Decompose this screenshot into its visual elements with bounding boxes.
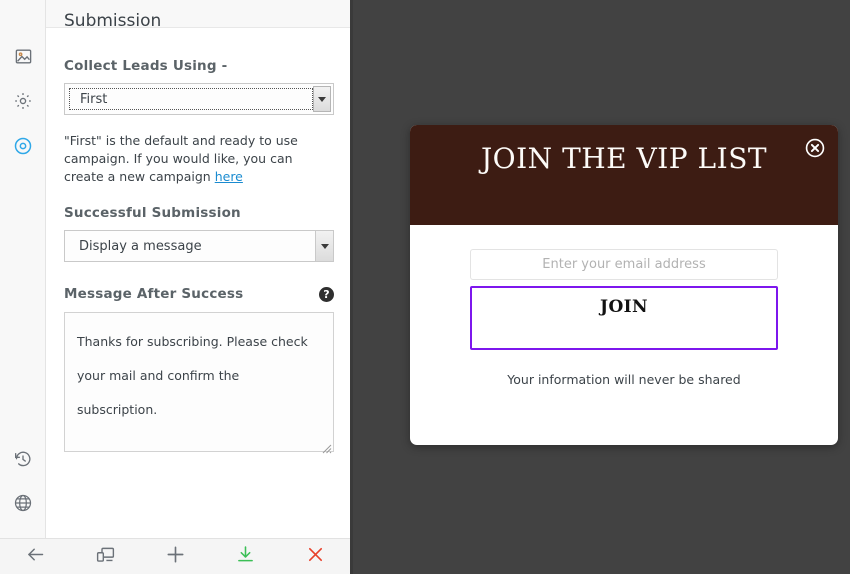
collect-leads-select[interactable]: First <box>64 83 334 115</box>
add-button[interactable] <box>140 539 210 574</box>
modal-body: JOIN Your information will never be shar… <box>410 225 838 387</box>
campaign-note: "First" is the default and ready to use … <box>64 132 336 186</box>
close-circle-icon <box>804 138 826 163</box>
submission-panel: Submission Collect Leads Using - First "… <box>46 0 350 538</box>
help-icon[interactable]: ? <box>319 286 334 302</box>
sidebar-item-image[interactable] <box>0 38 46 74</box>
editor-shell: Submission Collect Leads Using - First "… <box>0 0 353 574</box>
privacy-note: Your information will never be shared <box>507 372 741 387</box>
save-download-icon <box>235 544 256 569</box>
page-title: Submission <box>64 11 162 31</box>
sidebar-item-settings[interactable] <box>0 83 46 119</box>
target-icon <box>13 136 33 156</box>
successful-submission-dropdown-arrow[interactable] <box>315 231 333 261</box>
sidebar-item-submission[interactable] <box>0 128 46 164</box>
modal-close-button[interactable] <box>804 137 826 159</box>
preview-canvas: JOIN THE VIP LIST JOIN Your information … <box>353 0 850 574</box>
chevron-down-icon <box>320 243 329 249</box>
sidebar-item-globe[interactable] <box>0 485 46 521</box>
collect-leads-value: First <box>69 88 313 110</box>
icon-rail <box>0 0 46 538</box>
add-icon <box>164 543 187 570</box>
modal-title: JOIN THE VIP LIST <box>480 142 768 175</box>
responsive-preview-button[interactable] <box>70 539 140 574</box>
panel-body: Collect Leads Using - First "First" is t… <box>46 28 350 456</box>
close-icon <box>305 544 326 569</box>
modal-header: JOIN THE VIP LIST <box>410 125 838 225</box>
vip-signup-modal: JOIN THE VIP LIST JOIN Your information … <box>410 125 838 445</box>
back-button[interactable] <box>0 539 70 574</box>
message-after-success-row: Message After Success ? <box>64 286 334 302</box>
chevron-down-icon <box>318 96 326 102</box>
image-icon <box>14 47 33 66</box>
bottom-toolbar <box>0 538 350 574</box>
campaign-note-text: "First" is the default and ready to use … <box>64 133 298 184</box>
panel-header: Submission <box>46 0 350 31</box>
message-after-success-label: Message After Success <box>64 286 244 302</box>
app-root: Submission Collect Leads Using - First "… <box>0 0 850 574</box>
close-editor-button[interactable] <box>280 539 350 574</box>
successful-submission-value: Display a message <box>79 238 202 254</box>
successful-submission-select[interactable]: Display a message <box>64 230 334 262</box>
collect-leads-dropdown-arrow[interactable] <box>313 86 331 112</box>
devices-icon <box>95 544 116 569</box>
collect-leads-label: Collect Leads Using - <box>64 58 228 74</box>
message-after-success-textarea[interactable] <box>64 312 334 452</box>
join-button[interactable]: JOIN <box>470 286 778 350</box>
history-icon <box>13 449 33 469</box>
back-icon <box>25 544 46 569</box>
email-field[interactable] <box>470 249 778 280</box>
sidebar-item-history[interactable] <box>0 441 46 477</box>
globe-icon <box>13 493 33 513</box>
save-button[interactable] <box>210 539 280 574</box>
successful-submission-label: Successful Submission <box>64 205 241 221</box>
gear-icon <box>13 91 33 111</box>
create-campaign-link[interactable]: here <box>215 169 243 184</box>
